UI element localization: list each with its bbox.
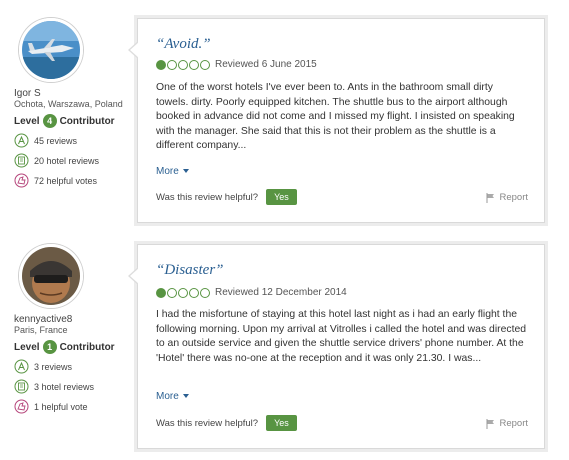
helpful-votes-count: 1 helpful vote bbox=[14, 399, 134, 414]
hotel-icon bbox=[14, 153, 29, 168]
rating-bubble bbox=[200, 59, 210, 70]
user-avatar[interactable] bbox=[19, 18, 83, 82]
helpful-question: Was this review helpful? bbox=[156, 417, 259, 429]
review-title[interactable]: “Disaster” bbox=[156, 262, 224, 279]
contributor-level: Level 1 Contributor bbox=[14, 340, 134, 354]
more-link[interactable]: More bbox=[156, 391, 189, 402]
review-date: Reviewed 12 December 2014 bbox=[215, 287, 347, 298]
review-title[interactable]: “Avoid.” bbox=[156, 36, 211, 53]
user-name[interactable]: Igor S bbox=[14, 88, 134, 99]
pen-icon bbox=[14, 359, 29, 374]
user-location: Ochota, Warszawa, Poland bbox=[14, 99, 123, 109]
user-location: Paris, France bbox=[14, 325, 68, 335]
level-badge: 1 bbox=[42, 340, 57, 354]
flag-icon bbox=[486, 192, 495, 203]
reviews-count: 45 reviews bbox=[14, 133, 134, 148]
helpful-votes-count: 72 helpful votes bbox=[14, 173, 134, 188]
thumbs-icon bbox=[14, 399, 29, 414]
level-label: Level bbox=[14, 341, 40, 353]
review-date: Reviewed 6 June 2015 bbox=[215, 59, 317, 70]
contributor-label: Contributor bbox=[59, 341, 115, 353]
rating-bubble bbox=[189, 59, 199, 70]
level-badge: 4 bbox=[42, 114, 57, 128]
review-text: I had the misfortune of staying at this … bbox=[156, 309, 527, 364]
report-link[interactable]: Report bbox=[486, 418, 528, 429]
helpful-row: Was this review helpful? Yes bbox=[156, 415, 297, 431]
user-name[interactable]: kennyactive8 bbox=[14, 314, 134, 325]
reviewer-profile: Igor S Ochota, Warszawa, Poland Level 4 … bbox=[14, 18, 134, 188]
rating-bubble bbox=[156, 59, 166, 70]
reviews-count: 3 reviews bbox=[14, 359, 134, 374]
reviews-count-text: 3 reviews bbox=[34, 361, 73, 372]
card-pointer bbox=[128, 41, 139, 59]
review-card: “Disaster” Reviewed 12 December 2014 I h… bbox=[128, 244, 545, 449]
contributor-label: Contributor bbox=[59, 115, 115, 127]
helpful-votes-count-text: 1 helpful vote bbox=[34, 401, 88, 412]
hotel-reviews-count: 20 hotel reviews bbox=[14, 153, 134, 168]
helpful-question: Was this review helpful? bbox=[156, 191, 259, 203]
rating-bubble bbox=[200, 287, 210, 298]
rating-bubble bbox=[156, 287, 166, 298]
rating-bubble bbox=[178, 287, 188, 298]
yes-button[interactable]: Yes bbox=[266, 415, 297, 431]
plane-avatar bbox=[22, 21, 80, 79]
person-avatar bbox=[22, 247, 80, 305]
helpful-row: Was this review helpful? Yes bbox=[156, 189, 297, 205]
bubble-rating bbox=[156, 59, 211, 70]
hotel-reviews-count-text: 20 hotel reviews bbox=[34, 155, 100, 166]
level-label: Level bbox=[14, 115, 40, 127]
contributor-level: Level 4 Contributor bbox=[14, 114, 134, 128]
rating-bubble bbox=[189, 287, 199, 298]
more-label: More bbox=[156, 166, 179, 177]
flag-icon bbox=[486, 418, 495, 429]
chevron-down-icon bbox=[182, 394, 189, 399]
reviews-count-text: 45 reviews bbox=[34, 135, 78, 146]
more-label: More bbox=[156, 391, 179, 402]
rating-row: Reviewed 6 June 2015 bbox=[156, 59, 317, 70]
yes-button[interactable]: Yes bbox=[266, 189, 297, 205]
chevron-down-icon bbox=[182, 169, 189, 174]
pen-icon bbox=[14, 133, 29, 148]
rating-row: Reviewed 12 December 2014 bbox=[156, 287, 347, 298]
bubble-rating bbox=[156, 287, 211, 298]
rating-bubble bbox=[167, 287, 177, 298]
hotel-reviews-count-text: 3 hotel reviews bbox=[34, 381, 95, 392]
rating-bubble bbox=[178, 59, 188, 70]
reviewer-profile: kennyactive8 Paris, France Level 1 Contr… bbox=[14, 244, 134, 414]
user-avatar[interactable] bbox=[19, 244, 83, 308]
report-link[interactable]: Report bbox=[486, 192, 528, 203]
more-link[interactable]: More bbox=[156, 166, 189, 177]
review-text: One of the worst hotels I've ever been t… bbox=[156, 82, 515, 152]
card-pointer bbox=[128, 267, 139, 285]
report-label: Report bbox=[499, 418, 528, 429]
thumbs-icon bbox=[14, 173, 29, 188]
hotel-reviews-count: 3 hotel reviews bbox=[14, 379, 134, 394]
helpful-votes-count-text: 72 helpful votes bbox=[34, 175, 98, 186]
hotel-icon bbox=[14, 379, 29, 394]
review-card: “Avoid.” Reviewed 6 June 2015 One of the… bbox=[128, 18, 545, 223]
report-label: Report bbox=[499, 192, 528, 203]
rating-bubble bbox=[167, 59, 177, 70]
